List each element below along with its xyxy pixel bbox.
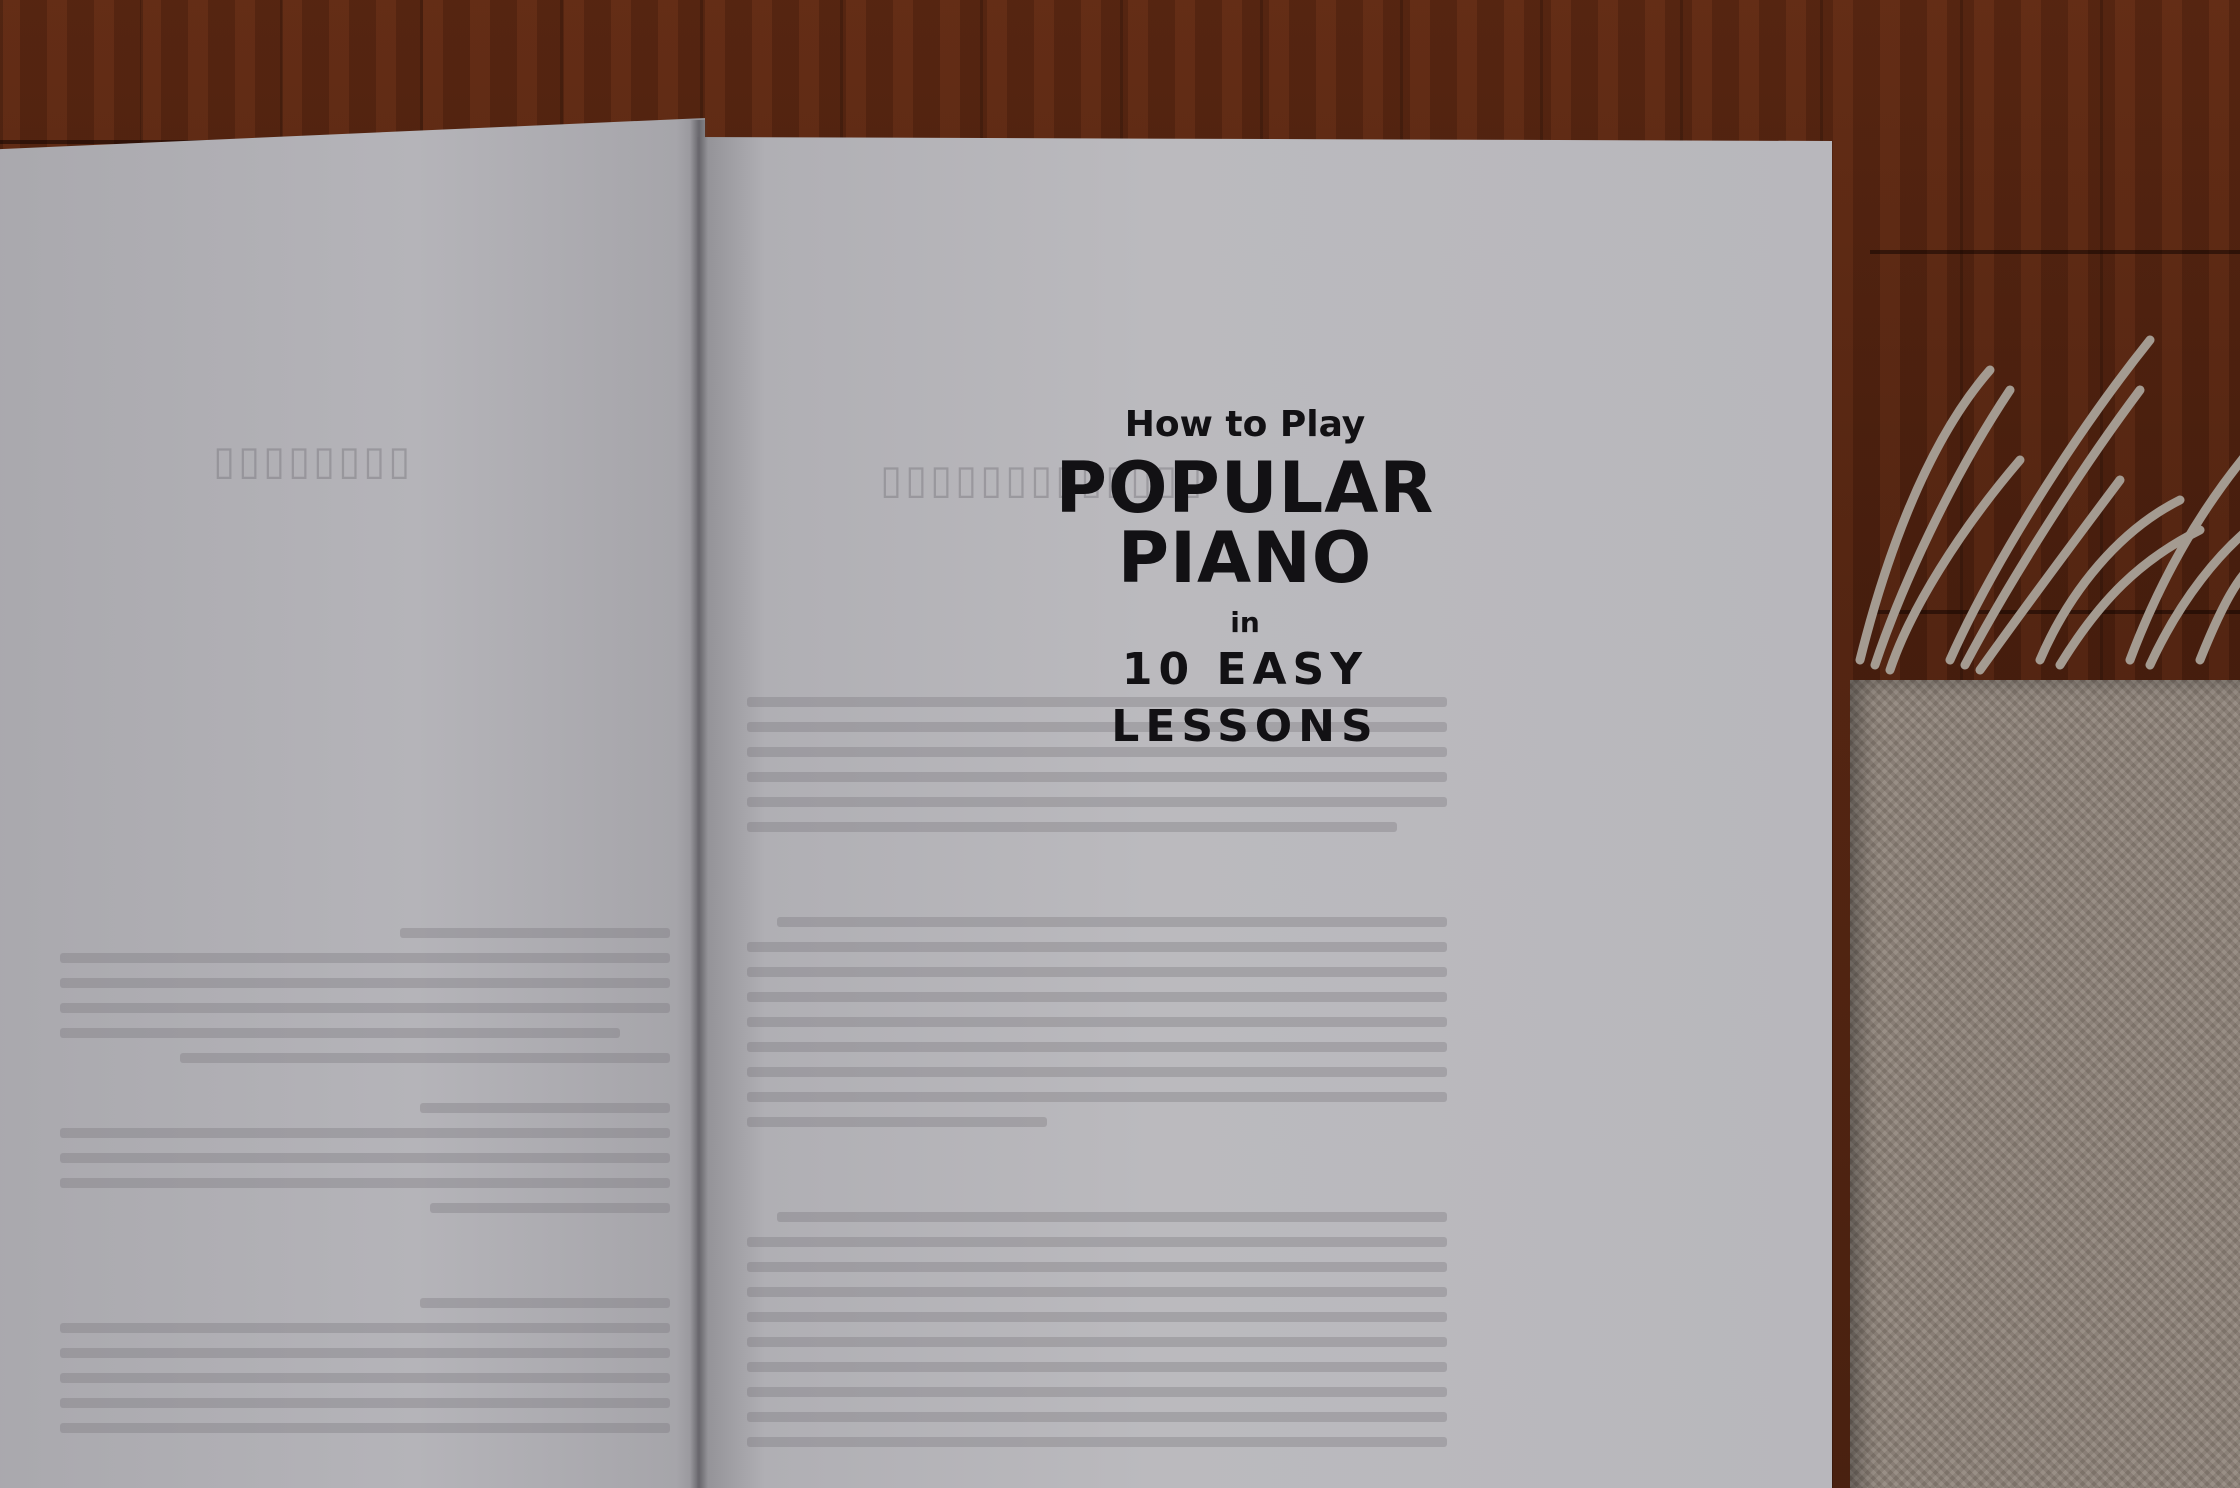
show-through-line — [747, 1437, 1447, 1447]
show-through-line — [747, 822, 1397, 832]
show-through-line — [420, 1103, 670, 1113]
show-through-line — [747, 942, 1447, 952]
show-through-line — [60, 953, 670, 963]
rug-fringe — [1855, 335, 2240, 675]
show-through-line — [60, 1028, 620, 1038]
show-through-line — [747, 1262, 1447, 1272]
show-through-line — [420, 1298, 670, 1308]
show-through-line — [60, 1128, 670, 1138]
show-through-line — [747, 1337, 1447, 1347]
rug — [1850, 680, 2240, 1488]
title-line-piano: PIANO — [1117, 516, 1373, 599]
show-through-line — [747, 797, 1447, 807]
show-through-line — [747, 1042, 1447, 1052]
show-through-line — [747, 1287, 1447, 1297]
book-title-block: How to Play POPULAR PIANO in 10 EASY LES… — [1000, 405, 1490, 755]
show-through-line — [60, 1423, 670, 1433]
show-through-line — [747, 1092, 1447, 1102]
photo-scene: ▯▯▯▯▯▯▯▯ ▯▯▯▯▯▯▯▯▯▯▯▯▯ How to Play POPUL… — [0, 0, 2240, 1488]
title-line-popular: POPULAR — [1055, 446, 1435, 529]
right-page: ▯▯▯▯▯▯▯▯▯▯▯▯▯ — [697, 137, 1832, 1488]
show-through-line — [60, 1348, 670, 1358]
show-through-line — [747, 1117, 1047, 1127]
show-through-line — [430, 1203, 670, 1213]
show-through-line — [747, 1017, 1447, 1027]
show-through-line — [747, 1387, 1447, 1397]
show-through-line — [747, 772, 1447, 782]
show-through-line — [747, 967, 1447, 977]
show-through-line — [777, 1212, 1447, 1222]
show-through-line — [60, 1323, 670, 1333]
show-through-line — [747, 992, 1447, 1002]
show-through-line — [60, 1373, 670, 1383]
show-through-line — [747, 1067, 1447, 1077]
show-through-line — [180, 1053, 670, 1063]
show-through-line — [747, 1237, 1447, 1247]
title-line-10-easy: 10 EASY — [1121, 643, 1369, 695]
show-through-line — [60, 978, 670, 988]
book-gutter — [690, 120, 708, 1488]
left-page: ▯▯▯▯▯▯▯▯ — [0, 118, 705, 1488]
title-line-how-to-play: How to Play — [1124, 404, 1366, 445]
floor-seam — [1870, 250, 2240, 254]
show-through-line — [60, 1003, 670, 1013]
show-through-heading: ▯▯▯▯▯▯▯▯ — [210, 438, 411, 484]
title-line-in: in — [1230, 605, 1260, 639]
show-through-line — [747, 1412, 1447, 1422]
title-line-lessons: LESSONS — [1111, 701, 1379, 753]
show-through-line — [60, 1398, 670, 1408]
show-through-line — [747, 1312, 1447, 1322]
show-through-line — [400, 928, 670, 938]
show-through-line — [777, 917, 1447, 927]
show-through-line — [60, 1153, 670, 1163]
show-through-line — [747, 1362, 1447, 1372]
show-through-line — [60, 1178, 670, 1188]
